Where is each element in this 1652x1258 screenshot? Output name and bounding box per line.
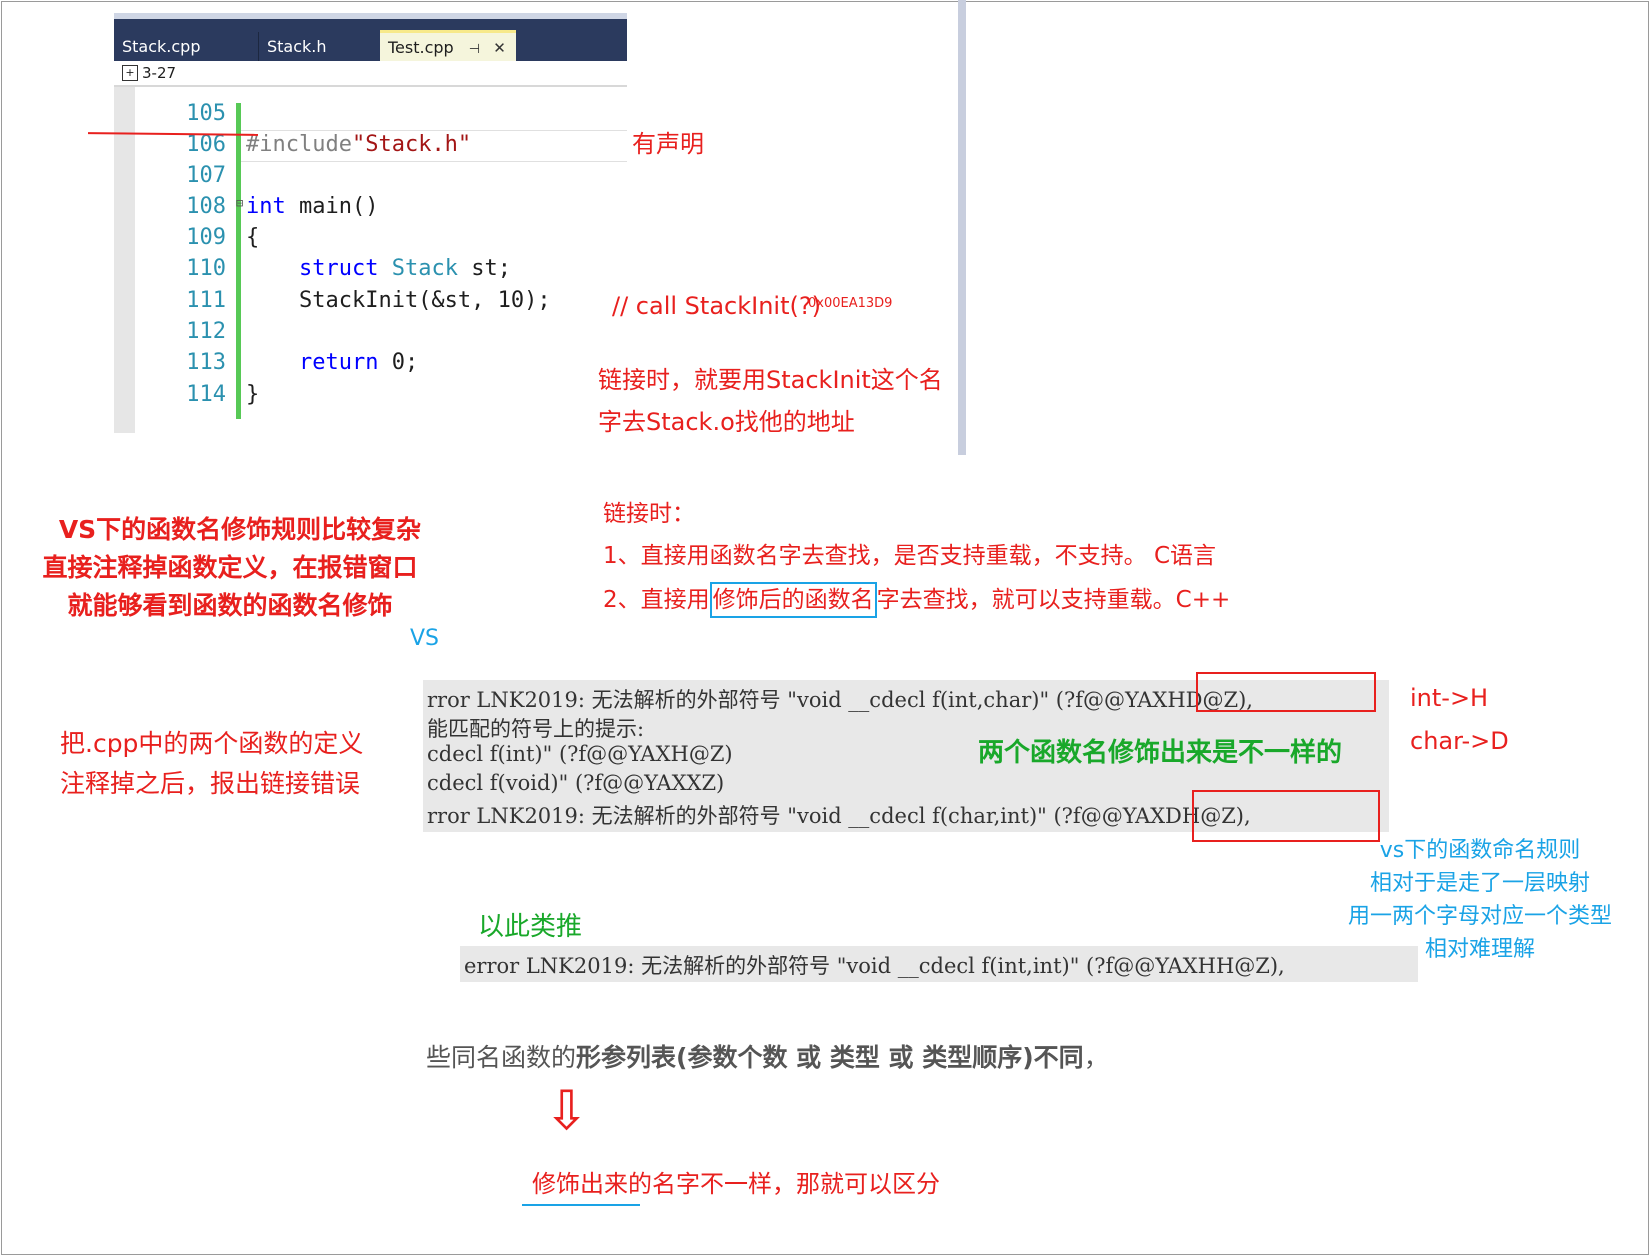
- navigation-bar[interactable]: +3-27: [114, 61, 627, 87]
- conclusion-note: 修饰出来的名字不一样，那就可以区分: [532, 1170, 940, 1198]
- error-line: error LNK2019: 无法解析的外部符号 "void __cdecl f…: [464, 954, 1285, 978]
- code-editor-window: Stack.cpp Stack.h Test.cpp ⊣ ✕ +3-27 105…: [114, 13, 627, 433]
- indicator-margin: [114, 87, 135, 433]
- stackinit-call: StackInit(&st, 10);: [246, 288, 551, 313]
- link-item-1: 1、直接用函数名字去查找，是否支持重载，不支持。 C语言: [603, 543, 1217, 569]
- mangled-name-highlight: 修饰后的函数名: [709, 582, 877, 618]
- mangled-name-box: [1196, 672, 1376, 712]
- line-number: 108: [186, 194, 226, 219]
- editor-scrollbar[interactable]: [958, 0, 966, 455]
- include-line: #include"Stack.h": [246, 132, 471, 157]
- line-number: 107: [186, 163, 226, 188]
- line-number: 110: [186, 256, 226, 281]
- vs-naming-line-2: 相对于是走了一层映射: [1369, 871, 1590, 896]
- tab-stack-cpp[interactable]: Stack.cpp: [114, 32, 259, 62]
- editor-area[interactable]: 105 106 107 108 109 110 111 112 113 114 …: [114, 87, 627, 433]
- tab-label: Test.cpp: [388, 38, 454, 57]
- error-line: rror LNK2019: 无法解析的外部符号 "void __cdecl f(…: [427, 688, 1253, 712]
- include-directive: #include"Stack.h": [246, 132, 472, 157]
- close-icon[interactable]: ✕: [493, 39, 506, 57]
- close-brace: }: [246, 382, 260, 407]
- vs-rule-line-3: 就能够看到函数的函数名修饰: [67, 591, 393, 620]
- pin-icon[interactable]: ⊣: [469, 42, 480, 57]
- char-map-note: char->D: [1410, 727, 1509, 755]
- comment-out-line-2: 注释掉之后，报出链接错误: [60, 769, 361, 798]
- project-dropdown[interactable]: 3-27: [142, 64, 176, 82]
- line-number: 112: [186, 319, 226, 344]
- comment-out-line-1: 把.cpp中的两个函数的定义: [60, 729, 364, 758]
- different-note: 两个函数名修饰出来是不一样的: [978, 738, 1343, 768]
- error-hint-line: 能匹配的符号上的提示:: [427, 717, 645, 741]
- project-icon: +: [122, 65, 138, 81]
- link-note-line-2: 字去Stack.o找他的地址: [598, 408, 855, 436]
- tab-stack-h[interactable]: Stack.h: [259, 32, 379, 62]
- line-number: 113: [186, 350, 226, 375]
- line-number: 109: [186, 225, 226, 250]
- underline-mark: [522, 1204, 640, 1206]
- error-hint-line: cdecl f(int)" (?f@@YAXH@Z): [427, 742, 733, 766]
- line-number: 106: [186, 132, 226, 157]
- vs-rule-line-2: 直接注释掉函数定义，在报错窗口: [42, 553, 418, 582]
- error-line: rror LNK2019: 无法解析的外部符号 "void __cdecl f(…: [427, 804, 1251, 828]
- vs-label: VS: [410, 626, 440, 651]
- overload-suffix: ，: [1083, 1043, 1109, 1072]
- line-number: 111: [186, 288, 226, 313]
- tab-test-cpp[interactable]: Test.cpp ⊣ ✕: [380, 30, 516, 62]
- error-list-output-2: error LNK2019: 无法解析的外部符号 "void __cdecl f…: [460, 946, 1418, 982]
- overload-condition: 形参列表(参数个数 或 类型 或 类型顺序)不同: [576, 1043, 1084, 1072]
- line-number: 105: [186, 101, 226, 126]
- link-item-2-suffix: 字去查找，就可以支持重载。C++: [876, 587, 1231, 613]
- vs-naming-line-1: vs下的函数命名规则: [1379, 838, 1581, 863]
- by-analogy-note: 以此类推: [478, 912, 583, 942]
- has-declaration-note: 有声明: [632, 130, 704, 158]
- call-comment: // call StackInit(?): [612, 292, 821, 320]
- line-number: 114: [186, 382, 226, 407]
- vs-naming-line-3: 用一两个字母对应一个类型: [1347, 904, 1612, 929]
- link-item-2-prefix: 2、直接用: [603, 587, 710, 613]
- overload-sentence: 些同名函数的形参列表(参数个数 或 类型 或 类型顺序)不同，: [426, 1038, 1109, 1074]
- link-item-2: 2、直接用 修饰后的函数名 字去查找，就可以支持重载。C++: [603, 580, 1231, 618]
- down-arrow-icon: ⇩: [544, 1079, 590, 1142]
- error-hint-line: cdecl f(void)" (?f@@YAXXZ): [427, 771, 725, 795]
- struct-declaration: struct Stack st;: [298, 256, 511, 281]
- open-brace: {: [246, 225, 260, 250]
- return-statement: return 0;: [298, 350, 419, 375]
- main-signature: int main(): [246, 194, 379, 219]
- link-note-line-1: 链接时，就要用StackInit这个名: [598, 366, 943, 394]
- call-address: 0x00EA13D9: [808, 296, 893, 311]
- collapse-icon[interactable]: ⊟: [236, 196, 243, 210]
- int-map-note: int->H: [1410, 684, 1489, 712]
- overload-prefix: 些同名函数的: [426, 1043, 577, 1072]
- link-title: 链接时：: [603, 501, 695, 527]
- tab-bar: Stack.cpp Stack.h Test.cpp ⊣ ✕: [114, 13, 627, 62]
- vs-rule-line-1: VS下的函数名修饰规则比较复杂: [58, 515, 422, 544]
